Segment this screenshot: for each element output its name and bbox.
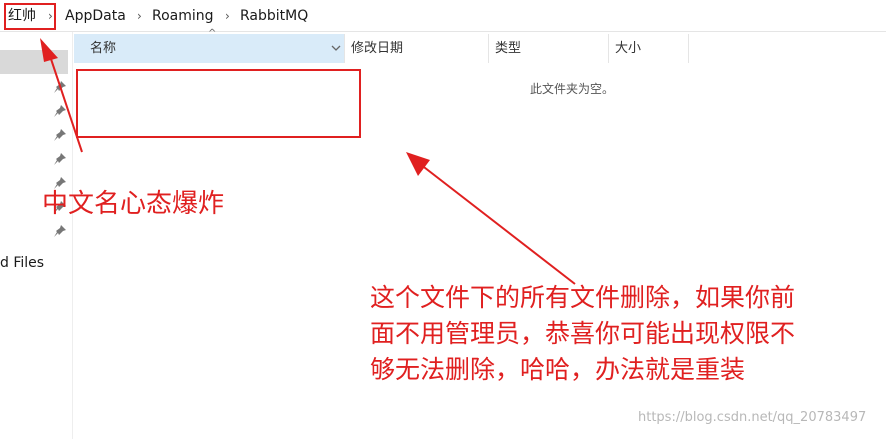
watermark: https://blog.csdn.net/qq_20783497 (638, 410, 867, 425)
annotation-label-chinese-name: 中文名心态爆炸 (42, 189, 225, 219)
annotation-line: 面不用管理员，恭喜你可能出现权限不 (370, 319, 796, 348)
arrow-to-files (406, 152, 576, 285)
annotation-line: 够无法删除，哈哈，办法就是重装 (370, 355, 746, 384)
arrow-to-breadcrumb (40, 38, 83, 153)
annotation-line: 这个文件下的所有文件删除，如果你前 (370, 283, 796, 312)
annotation-label-delete-instructions: 这个文件下的所有文件删除，如果你前 面不用管理员，恭喜你可能出现权限不 够无法删… (370, 280, 795, 388)
